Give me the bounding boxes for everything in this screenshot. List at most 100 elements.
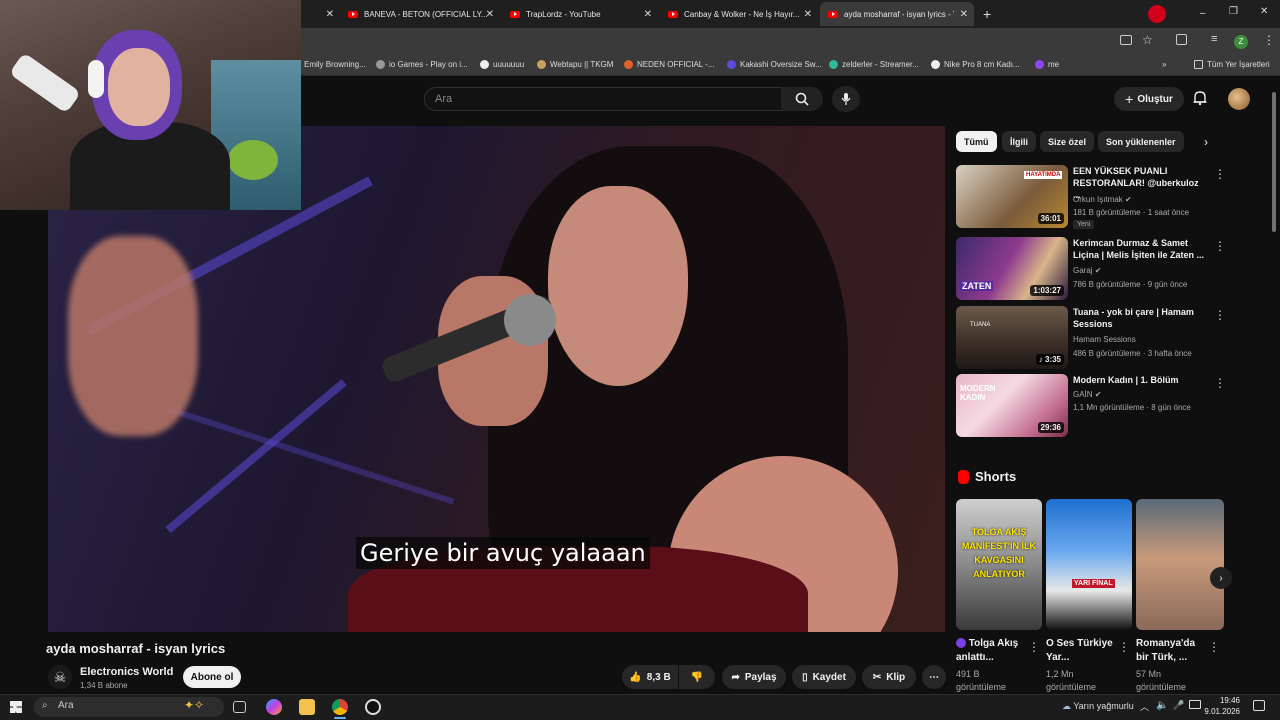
create-button[interactable]: + Oluştur (1114, 87, 1184, 111)
close-icon[interactable]: ✕ (486, 9, 494, 20)
tab-traplordz[interactable]: TrapLordz - YouTube ✕ (502, 2, 658, 26)
notifications-icon[interactable] (1253, 700, 1265, 711)
scissors-icon: ✂ (872, 671, 882, 683)
taskbar-clock[interactable]: 19:46 9.01.2026 (1200, 695, 1240, 717)
bookmark-item[interactable]: Nike Pro 8 cm Kadı... (931, 60, 1020, 69)
save-button[interactable]: ▯ Kaydet (792, 665, 856, 689)
chip-related[interactable]: İlgili (1002, 131, 1036, 152)
more-options-icon[interactable]: ⋮ (1208, 640, 1220, 654)
bookmark-item[interactable]: zelderler - Streamer... (829, 60, 919, 69)
short-thumbnail[interactable]: TOLGA AKIŞ MANİFEST'İN İLK KAVGASINI ANL… (956, 499, 1042, 630)
channel-name[interactable]: Orkun Işıtmak ✔ (1073, 195, 1132, 204)
more-options-icon[interactable]: ⋮ (1214, 376, 1226, 390)
close-icon[interactable]: ✕ (644, 9, 652, 20)
short-thumbnail[interactable]: YARI FİNAL (1046, 499, 1132, 630)
short-thumbnail[interactable] (1136, 499, 1224, 630)
chrome-icon[interactable] (332, 699, 348, 715)
bookmark-star-icon[interactable]: ☆ (1142, 33, 1153, 47)
new-tab-button[interactable]: + (983, 6, 991, 22)
video-thumbnail[interactable]: HAYATIMDA 36:01 (956, 165, 1068, 228)
dislike-button[interactable]: 👎 (679, 665, 715, 689)
recommended-video[interactable]: HAYATIMDA 36:01 EEN YÜKSEK PUANLI RESTOR… (956, 165, 1226, 229)
tab-baneva-title[interactable]: BANEVA - BETON (OFFICIAL LY... ✕ (340, 2, 500, 26)
file-explorer-icon[interactable] (299, 699, 315, 715)
copilot-icon[interactable] (266, 699, 282, 715)
close-icon[interactable]: ✕ (960, 9, 968, 20)
cast-icon[interactable] (1120, 35, 1132, 45)
tab-canbay-wolker[interactable]: Canbay & Wolker - Ne İş Hayır... ✕ (660, 2, 818, 26)
recommended-video[interactable]: ZATEN 1:03:27 Kerimcan Durmaz & Samet Li… (956, 237, 1226, 301)
microphone-tray-icon[interactable]: 🎤 (1173, 700, 1184, 711)
close-icon[interactable]: ✕ (804, 9, 812, 20)
notifications-button[interactable] (1192, 90, 1208, 111)
active-app-indicator (334, 717, 346, 719)
channel-name[interactable]: Hamam Sessions (1073, 335, 1136, 344)
extensions-icon[interactable] (1176, 34, 1187, 45)
minimize-icon[interactable]: – (1200, 8, 1206, 19)
bookmark-item[interactable]: Webtapu || TKGM (537, 60, 613, 69)
tray-overflow-icon[interactable]: ︿ (1140, 700, 1149, 713)
speaker-icon[interactable]: 🔈 (1156, 700, 1168, 711)
account-avatar[interactable] (1228, 88, 1250, 110)
video-thumbnail[interactable]: MODERN KADIN 29:36 (956, 374, 1068, 437)
share-label: Paylaş (744, 671, 777, 683)
like-button[interactable]: 👍 8,3 B (622, 665, 678, 689)
window-close-icon[interactable]: ✕ (1260, 6, 1268, 17)
video-meta: 786 B görüntüleme · 9 gün önce (1073, 280, 1188, 289)
bookmark-item[interactable]: uuuuuuu (480, 60, 524, 69)
chip-all[interactable]: Tümü (956, 131, 997, 152)
video-title[interactable]: Modern Kadın | 1. Bölüm (1073, 374, 1205, 386)
short-title[interactable]: Romanya'da bir Türk, ... (1136, 637, 1206, 665)
video-duration: 29:36 (1037, 422, 1064, 433)
chip-for-you[interactable]: Size özel (1040, 131, 1095, 152)
tab-ayda-mosharraf[interactable]: ayda mosharraf - isyan lyrics - Y ✕ (820, 2, 974, 26)
short-title[interactable]: O Ses Türkiye Yar... (1046, 637, 1116, 665)
channel-avatar[interactable]: ☠ (48, 665, 72, 689)
search-input[interactable]: Ara (424, 87, 782, 111)
more-options-icon[interactable]: ⋮ (1118, 640, 1130, 654)
video-title[interactable]: Tuana - yok bi çare | Hamam Sessions (1073, 306, 1205, 330)
chip-recently-uploaded[interactable]: Son yüklenenler (1098, 131, 1184, 152)
bookmarks-overflow-icon[interactable]: » (1162, 60, 1166, 69)
voice-search-button[interactable] (832, 86, 860, 112)
media-icon[interactable]: ≡ (1211, 33, 1217, 45)
page-scrollbar[interactable] (1272, 92, 1276, 232)
search-button[interactable] (781, 87, 823, 111)
bookmark-item[interactable]: NEDEN OFFICIAL -... (624, 60, 715, 69)
obs-icon[interactable] (365, 699, 381, 715)
close-icon[interactable]: ✕ (326, 9, 334, 20)
subscribe-button[interactable]: Abone ol (183, 666, 241, 688)
video-thumbnail[interactable]: ZATEN 1:03:27 (956, 237, 1068, 300)
video-title[interactable]: Kerimcan Durmaz & Samet Liçina | Melis İ… (1073, 237, 1205, 261)
bookmark-item[interactable]: Kakashi Oversize Sw... (727, 60, 822, 69)
video-thumbnail[interactable]: TUANA ♪ 3:35 (956, 306, 1068, 369)
tab-label: ayda mosharraf - isyan lyrics - Y (844, 9, 954, 19)
clip-button[interactable]: ✂ Klip (862, 665, 916, 689)
more-options-icon[interactable]: ⋮ (1214, 167, 1226, 181)
more-actions-button[interactable]: ⋯ (922, 665, 946, 689)
bookmark-item[interactable]: me (1035, 60, 1059, 69)
task-view-icon[interactable] (233, 701, 246, 713)
share-button[interactable]: ➦ Paylaş (722, 665, 786, 689)
taskbar-search-input[interactable]: ⌕ Ara ✦✧ (34, 697, 224, 717)
restore-icon[interactable]: ❐ (1229, 6, 1238, 17)
channel-name[interactable]: Electronics World (80, 666, 173, 678)
recommended-video[interactable]: MODERN KADIN 29:36 Modern Kadın | 1. Böl… (956, 374, 1226, 438)
short-title[interactable]: Tolga Akış anlattı... (956, 637, 1026, 665)
bookmark-item[interactable]: Emily Browning... (304, 60, 366, 69)
short-views: 57 Mn görüntüleme (1136, 669, 1187, 692)
weather-widget[interactable]: ☁ Yarın yağmurlu (1062, 701, 1134, 712)
browser-menu-icon[interactable]: ⋮ (1263, 33, 1275, 47)
bookmark-item[interactable]: io Games - Play on i... (376, 60, 468, 69)
more-options-icon[interactable]: ⋮ (1214, 239, 1226, 253)
more-options-icon[interactable]: ⋮ (1028, 640, 1040, 654)
shorts-next-button[interactable]: › (1210, 567, 1232, 589)
channel-name[interactable]: GAİN ✔ (1073, 390, 1102, 399)
all-bookmarks[interactable]: Tüm Yer İşaretleri (1194, 60, 1270, 69)
more-options-icon[interactable]: ⋮ (1214, 308, 1226, 322)
channel-name[interactable]: Garaj ✔ (1073, 266, 1102, 275)
recommended-video[interactable]: TUANA ♪ 3:35 Tuana - yok bi çare | Hamam… (956, 306, 1226, 370)
profile-avatar[interactable]: Z (1234, 35, 1248, 49)
chips-next-icon[interactable]: › (1204, 135, 1208, 149)
tab-baneva[interactable]: ✕ (320, 2, 338, 26)
